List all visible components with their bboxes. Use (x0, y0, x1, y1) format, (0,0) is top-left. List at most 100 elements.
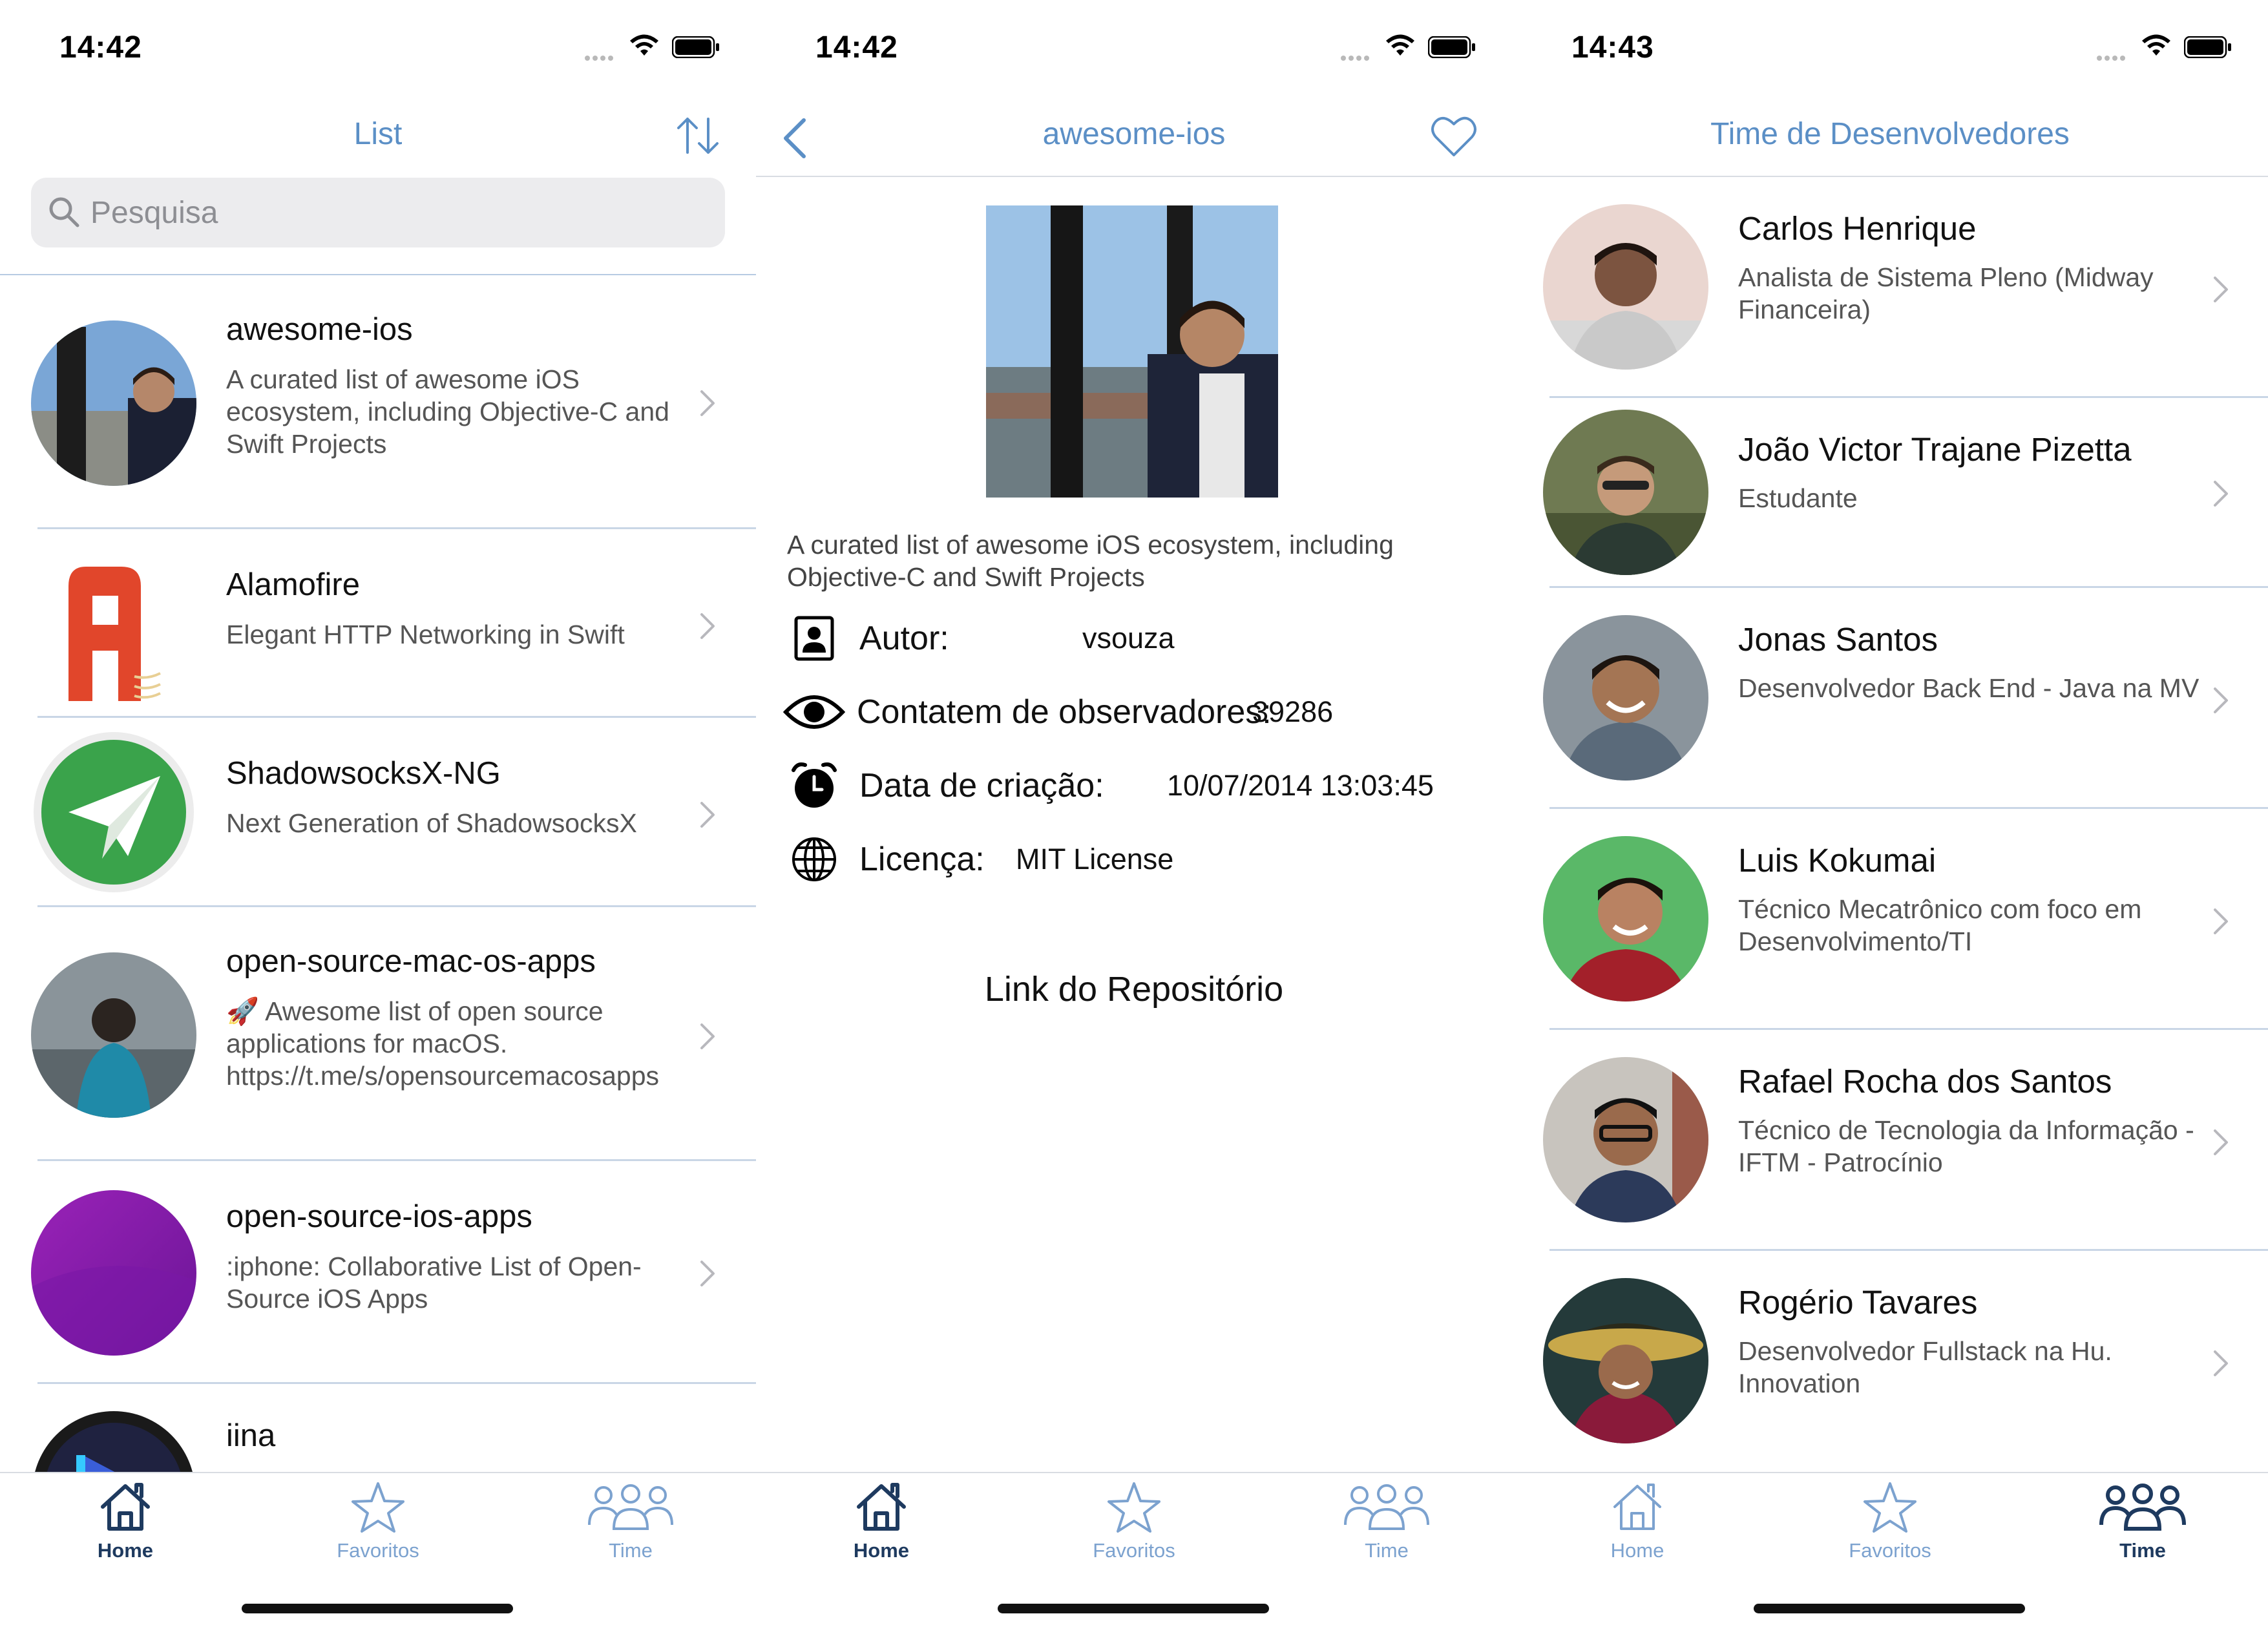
tab-home[interactable]: Home (28, 1480, 222, 1583)
tab-home[interactable]: Home (784, 1480, 978, 1583)
signal-icon (2097, 52, 2128, 64)
list-screen: 14:42 List Pesquisa awesome-ios A curate… (0, 0, 756, 1636)
globe-icon (792, 837, 836, 881)
member-role: Desenvolvedor Back End - Java na MV (1738, 673, 2200, 703)
list-item[interactable]: open-source-ios-apps :iphone: Collaborat… (0, 1161, 756, 1384)
list-item[interactable]: awesome-ios A curated list of awesome iO… (0, 275, 756, 529)
home-icon (857, 1483, 906, 1531)
chevron-right-icon (2214, 277, 2228, 302)
tab-label: Time (609, 1539, 653, 1562)
eye-icon (782, 695, 846, 729)
member-avatar (1543, 1278, 1708, 1443)
battery-icon (1428, 36, 1475, 58)
tab-team[interactable]: Time (2046, 1480, 2240, 1583)
member-name: Jonas Santos (1738, 621, 1938, 658)
battery-icon (672, 36, 719, 58)
member-name: Rafael Rocha dos Santos (1738, 1063, 2112, 1100)
page-title: List (353, 117, 403, 151)
tab-label: Favoritos (1849, 1539, 1931, 1562)
member-avatar (1543, 1057, 1708, 1222)
member-avatar (1543, 410, 1708, 575)
chevron-right-icon (2214, 1129, 2228, 1155)
author-label: Autor: (859, 620, 949, 657)
repo-description: :iphone: Collaborative List of Open-Sour… (226, 1252, 642, 1314)
divider (756, 176, 1512, 177)
repo-description: A curated list of awesome iOS ecosystem,… (226, 364, 669, 459)
status-bar: 14:42 (0, 0, 756, 97)
repo-avatar (31, 729, 196, 895)
list-item[interactable]: open-source-mac-os-apps 🚀 Awesome list o… (0, 907, 756, 1161)
chevron-right-icon (2214, 687, 2228, 713)
team-member-row[interactable]: Rafael Rocha dos Santos Técnico de Tecno… (1512, 1030, 2268, 1251)
status-bar: 14:43 (1512, 0, 2268, 97)
star-icon (352, 1482, 404, 1533)
repo-description: A curated list of awesome iOS ecosystem,… (787, 530, 1394, 592)
person-icon (794, 616, 834, 661)
team-member-row[interactable]: João Victor Trajane Pizetta Estudante (1512, 398, 2268, 588)
status-time: 14:43 (1571, 30, 1654, 65)
tab-favorites[interactable]: Favoritos (281, 1480, 475, 1583)
divider (1512, 1472, 2268, 1473)
license-label: Licença: (859, 841, 985, 878)
star-icon (1864, 1482, 1916, 1533)
chevron-right-icon (700, 613, 715, 639)
page-title: awesome-ios (1042, 117, 1226, 151)
repo-name: iina (226, 1418, 276, 1453)
repository-link[interactable]: Link do Repositório (756, 969, 1512, 1009)
member-role: Analista de Sistema Pleno (Midway Financ… (1738, 262, 2154, 324)
status-time: 14:42 (815, 30, 898, 65)
star-icon (1108, 1482, 1160, 1533)
search-input[interactable]: Pesquisa (31, 178, 725, 247)
status-time: 14:42 (59, 30, 142, 65)
wifi-icon (1386, 34, 1414, 56)
wifi-icon (630, 34, 658, 56)
tab-team[interactable]: Time (1290, 1480, 1484, 1583)
status-bar: 14:42 (756, 0, 1512, 97)
tab-label: Favoritos (337, 1539, 419, 1562)
tab-label: Home (1610, 1539, 1664, 1562)
home-icon (101, 1483, 150, 1531)
alarm-icon (792, 762, 837, 808)
tab-favorites[interactable]: Favoritos (1037, 1480, 1231, 1583)
repo-name: ShadowsocksX-NG (226, 756, 501, 791)
search-icon (49, 197, 79, 227)
signal-icon (585, 52, 616, 64)
team-member-row[interactable]: Rogério Tavares Desenvolvedor Fullstack … (1512, 1251, 2268, 1472)
tab-label: Home (97, 1539, 154, 1562)
tab-label: Time (2119, 1539, 2166, 1562)
tab-home[interactable]: Home (1540, 1480, 1734, 1583)
member-role: Técnico Mecatrônico com foco em Desenvol… (1738, 894, 2142, 956)
tab-team[interactable]: Time (534, 1480, 728, 1583)
signal-icon (1341, 52, 1372, 64)
watchers-label: Contatem de observadores: (857, 693, 1272, 731)
sort-icon[interactable] (672, 110, 724, 162)
home-icon (1613, 1484, 1661, 1530)
watchers-value: 39286 (1252, 695, 1334, 728)
repo-description: 🚀 Awesome list of open source applicatio… (226, 996, 660, 1091)
team-member-row[interactable]: Carlos Henrique Analista de Sistema Plen… (1512, 177, 2268, 398)
navigation-bar: List (0, 97, 756, 178)
chevron-right-icon (2214, 1350, 2228, 1376)
chevron-right-icon (700, 1023, 715, 1049)
repo-description: Next Generation of ShadowsocksX (226, 808, 637, 838)
member-avatar (1543, 615, 1708, 781)
repo-name: awesome-ios (226, 312, 413, 347)
heart-icon[interactable] (1428, 110, 1480, 162)
team-screen: 14:43 Time de Desenvolvedores Carlos Hen… (1512, 0, 2268, 1636)
tab-favorites[interactable]: Favoritos (1793, 1480, 1987, 1583)
repo-name: open-source-ios-apps (226, 1199, 532, 1234)
list-item[interactable]: Alamofire Elegant HTTP Networking in Swi… (0, 529, 756, 718)
home-indicator (998, 1604, 1269, 1613)
list-item[interactable]: iina (0, 1384, 756, 1474)
repo-avatar (31, 320, 196, 486)
chevron-right-icon (700, 802, 715, 828)
member-name: Carlos Henrique (1738, 210, 1977, 247)
team-member-row[interactable]: Luis Kokumai Técnico Mecatrônico com foc… (1512, 809, 2268, 1030)
repo-description: Elegant HTTP Networking in Swift (226, 620, 625, 649)
search-placeholder: Pesquisa (90, 196, 218, 230)
chevron-right-icon (700, 1261, 715, 1286)
divider (756, 1472, 1512, 1473)
team-member-row[interactable]: Jonas Santos Desenvolvedor Back End - Ja… (1512, 588, 2268, 809)
repo-image (986, 205, 1278, 498)
list-item[interactable]: ShadowsocksX-NG Next Generation of Shado… (0, 718, 756, 907)
